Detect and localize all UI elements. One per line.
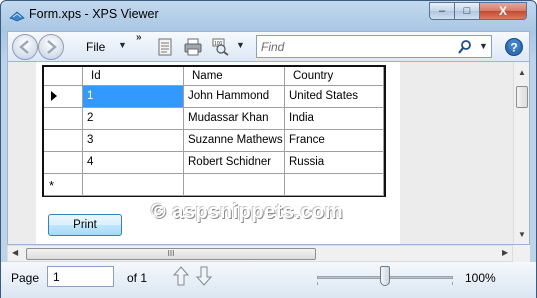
new-row[interactable]: * bbox=[44, 174, 384, 196]
forward-button[interactable] bbox=[38, 34, 64, 60]
previous-page-icon[interactable] bbox=[173, 265, 189, 287]
scroll-corner bbox=[513, 245, 530, 262]
cell-name[interactable]: John Hammond bbox=[184, 86, 285, 108]
row-header-corner bbox=[44, 67, 83, 86]
watermark: © aspsnippets.com bbox=[151, 201, 344, 223]
zoom-icon[interactable]: 100 bbox=[212, 38, 230, 56]
find-options-caret-icon[interactable]: ▼ bbox=[479, 41, 488, 51]
zoom-level: 100% bbox=[465, 271, 496, 285]
column-header-name[interactable]: Name bbox=[184, 67, 285, 86]
cell-id[interactable]: 1 bbox=[83, 86, 184, 108]
svg-text:?: ? bbox=[510, 41, 517, 55]
minimize-button[interactable]: – bbox=[429, 2, 455, 20]
xps-app-icon bbox=[9, 11, 25, 22]
window-title: Form.xps - XPS Viewer bbox=[29, 7, 159, 21]
cell-country[interactable]: India bbox=[285, 108, 384, 130]
row-header[interactable] bbox=[44, 152, 83, 174]
horizontal-scrollbar[interactable]: ◀ III ▶ bbox=[7, 245, 513, 262]
search-icon[interactable] bbox=[457, 39, 473, 55]
minimize-icon: – bbox=[438, 5, 446, 17]
status-bar: Page of 1 100% bbox=[1, 262, 536, 298]
find-input[interactable] bbox=[261, 39, 451, 55]
scroll-left-icon[interactable]: ◀ bbox=[12, 248, 18, 257]
close-icon: X bbox=[498, 4, 507, 18]
current-row-indicator-icon bbox=[51, 91, 57, 101]
cell-country[interactable]: United States bbox=[285, 86, 384, 108]
table-row[interactable]: 3 Suzanne Mathews France bbox=[44, 130, 384, 152]
scroll-right-icon[interactable]: ▶ bbox=[502, 248, 508, 257]
zoom-slider-thumb[interactable] bbox=[380, 266, 390, 286]
title-bar[interactable]: Form.xps - XPS Viewer – □ X bbox=[1, 1, 536, 29]
close-button[interactable]: X bbox=[479, 2, 527, 20]
cell-id[interactable] bbox=[83, 174, 184, 196]
back-button[interactable] bbox=[12, 34, 38, 60]
cell-country[interactable] bbox=[285, 174, 384, 196]
page-label: Page bbox=[11, 271, 40, 285]
scroll-down-icon[interactable]: ▼ bbox=[518, 230, 526, 239]
row-header[interactable]: * bbox=[44, 174, 83, 196]
horizontal-scroll-thumb[interactable]: III bbox=[26, 248, 316, 260]
cell-name[interactable] bbox=[184, 174, 285, 196]
cell-country[interactable]: Russia bbox=[285, 152, 384, 174]
toolbar-overflow-icon[interactable]: » bbox=[136, 32, 142, 43]
xps-viewer-window: Form.xps - XPS Viewer – □ X File ▼ » 100… bbox=[0, 0, 537, 298]
cell-name[interactable]: Robert Schidner bbox=[184, 152, 285, 174]
table-row[interactable]: 4 Robert Schidner Russia bbox=[44, 152, 384, 174]
vertical-scroll-thumb[interactable] bbox=[516, 86, 528, 108]
row-header[interactable] bbox=[44, 130, 83, 152]
row-header[interactable] bbox=[44, 108, 83, 130]
scroll-up-icon[interactable]: ▲ bbox=[518, 68, 526, 77]
file-menu-caret-icon[interactable]: ▼ bbox=[118, 40, 127, 50]
cell-country[interactable]: France bbox=[285, 130, 384, 152]
maximize-icon: □ bbox=[463, 5, 471, 17]
find-box[interactable]: ▼ bbox=[256, 35, 492, 58]
help-icon[interactable]: ? bbox=[504, 37, 524, 57]
table-row[interactable]: 2 Mudassar Khan India bbox=[44, 108, 384, 130]
scroll-grip-icon: III bbox=[167, 249, 175, 258]
print-button[interactable]: Print bbox=[48, 214, 122, 236]
column-header-id[interactable]: Id bbox=[83, 67, 184, 86]
back-icon bbox=[19, 40, 29, 54]
toolbar: File ▼ » 100 ▼ ▼ bbox=[7, 31, 530, 61]
page-number-input[interactable] bbox=[47, 266, 114, 287]
next-page-icon[interactable] bbox=[196, 265, 212, 287]
document-icon[interactable] bbox=[156, 38, 174, 56]
cell-name[interactable]: Suzanne Mathews bbox=[184, 130, 285, 152]
file-menu[interactable]: File bbox=[86, 40, 105, 54]
cell-id[interactable]: 2 bbox=[83, 108, 184, 130]
print-icon[interactable] bbox=[184, 38, 202, 56]
new-row-icon: * bbox=[49, 178, 55, 193]
row-header[interactable] bbox=[44, 86, 83, 108]
cell-id[interactable]: 4 bbox=[83, 152, 184, 174]
vertical-scrollbar[interactable]: ▲ ▼ bbox=[513, 62, 529, 244]
zoom-menu-caret-icon[interactable]: ▼ bbox=[236, 40, 245, 50]
data-grid[interactable]: Id Name Country 1 John Hammond United St… bbox=[42, 65, 386, 197]
column-header-country[interactable]: Country bbox=[285, 67, 384, 86]
maximize-button[interactable]: □ bbox=[454, 2, 480, 20]
table-row[interactable]: 1 John Hammond United States bbox=[44, 86, 384, 108]
forward-icon bbox=[47, 40, 57, 54]
page-count-label: of 1 bbox=[127, 271, 148, 285]
cell-name[interactable]: Mudassar Khan bbox=[184, 108, 285, 130]
cell-id[interactable]: 3 bbox=[83, 130, 184, 152]
